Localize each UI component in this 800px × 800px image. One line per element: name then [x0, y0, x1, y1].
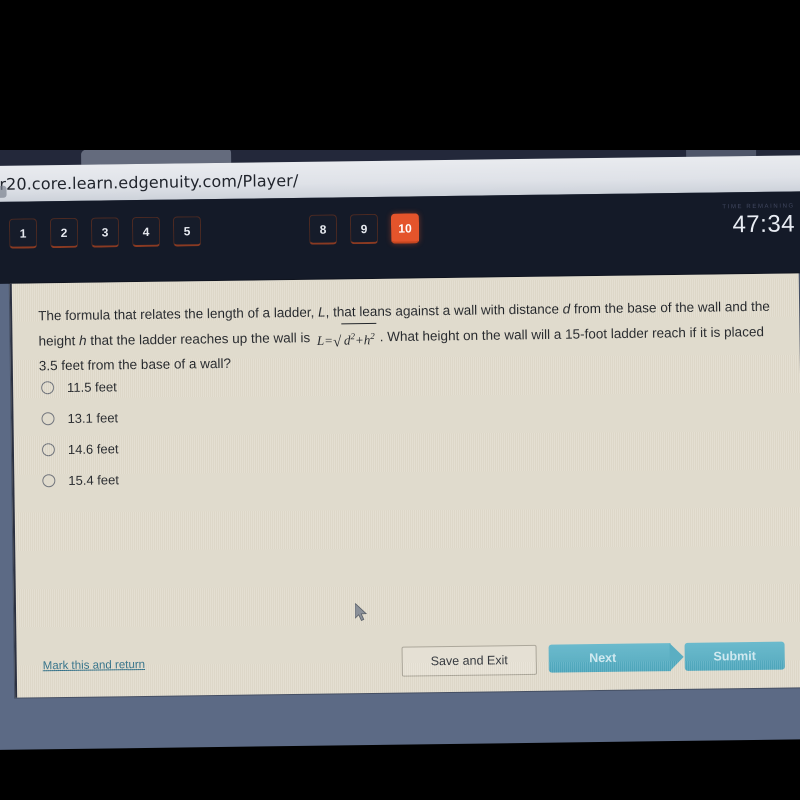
- photo-of-screen: //r20.core.learn.edgenuity.com/Player/ 1…: [0, 0, 800, 800]
- action-bar: Mark this and return Save and Exit Next …: [16, 629, 800, 697]
- save-and-exit-button[interactable]: Save and Exit: [401, 644, 537, 677]
- answer-options[interactable]: 11.5 feet 13.1 feet 14.6 feet 15.4 feet: [41, 374, 119, 499]
- question-tab-10[interactable]: 10: [390, 213, 420, 244]
- time-remaining: 47:34: [732, 210, 796, 239]
- question-tab-3[interactable]: 3: [90, 217, 120, 248]
- question-text-part4: that the ladder reaches up the wall is: [86, 330, 315, 349]
- question-tab-4[interactable]: 4: [131, 216, 161, 248]
- answer-option-label: 15.4 feet: [68, 472, 120, 488]
- monitor-screen: //r20.core.learn.edgenuity.com/Player/ 1…: [0, 139, 800, 750]
- question-body: The formula that relates the length of a…: [38, 296, 779, 378]
- question-number-tabs[interactable]: 1 2 3 4 5 8 9 10: [8, 213, 420, 249]
- next-button[interactable]: Next: [548, 643, 671, 673]
- quiz-header: 1 2 3 4 5 8 9 10 TIME REMAINING 47:34: [0, 191, 800, 284]
- question-tab-2[interactable]: 2: [49, 217, 79, 249]
- question-panel: The formula that relates the length of a…: [9, 273, 800, 698]
- submit-button[interactable]: Submit: [684, 641, 785, 671]
- radical-sign: d2+h2: [333, 322, 377, 352]
- question-tab-8[interactable]: 8: [308, 214, 338, 245]
- radio-button-icon[interactable]: [41, 443, 56, 457]
- photo-border-top: [0, 0, 800, 150]
- timer-caption: TIME REMAINING: [722, 203, 795, 211]
- answer-option-label: 11.5 feet: [67, 379, 117, 395]
- address-bar-icon: [0, 185, 7, 199]
- timer-area: TIME REMAINING 47:34: [722, 203, 795, 239]
- answer-option-label: 14.6 feet: [67, 441, 119, 457]
- question-text-part1: The formula that relates the length of a…: [38, 304, 319, 324]
- question-text: The formula that relates the length of a…: [38, 296, 779, 378]
- mouse-cursor-icon: [354, 603, 368, 622]
- radio-button-icon[interactable]: [42, 474, 56, 488]
- photo-border-bottom: [0, 752, 800, 800]
- question-tab-1[interactable]: 1: [8, 218, 38, 249]
- question-text-part2: , that leans against a wall with distanc…: [325, 301, 563, 320]
- answer-option-3[interactable]: 14.6 feet: [41, 436, 119, 462]
- answer-option-label: 13.1 feet: [67, 410, 119, 426]
- url-text: //r20.core.learn.edgenuity.com/Player/: [0, 170, 299, 194]
- question-tab-9[interactable]: 9: [349, 213, 379, 245]
- mark-this-and-return-link[interactable]: Mark this and return: [43, 659, 145, 672]
- radicand: d2+h2: [341, 322, 377, 352]
- radio-button-icon[interactable]: [41, 412, 55, 426]
- answer-option-1[interactable]: 11.5 feet: [41, 374, 118, 400]
- answer-option-2[interactable]: 13.1 feet: [41, 405, 118, 431]
- formula-ladder-length: L=d2+h2: [317, 322, 377, 352]
- answer-option-4[interactable]: 15.4 feet: [42, 467, 119, 493]
- question-tab-5[interactable]: 5: [172, 216, 202, 247]
- radio-button-icon[interactable]: [41, 381, 55, 395]
- radicand-h-exponent: 2: [370, 330, 375, 341]
